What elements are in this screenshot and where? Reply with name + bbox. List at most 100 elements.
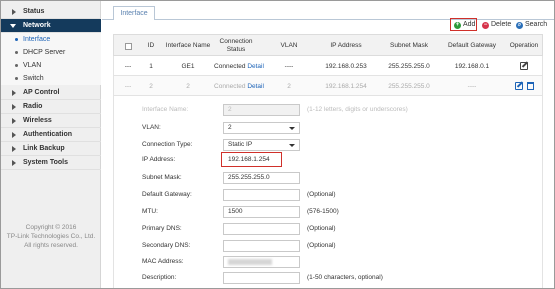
sidebar-item-label: Link Backup (23, 145, 65, 152)
subnet-mask-label: Subnet Mask: (142, 174, 182, 181)
row-vlan: ---- (284, 62, 294, 70)
edit-icon[interactable] (520, 62, 528, 70)
detail-link[interactable]: Detail (247, 63, 264, 70)
secondary-dns-label: Secondary DNS: (142, 242, 191, 249)
main-content: Interface + Add − Delete ⌕ Search ID Int… (102, 1, 554, 288)
delete-button[interactable]: − Delete (481, 19, 511, 31)
primary-dns-label: Primary DNS: (142, 225, 182, 232)
tab-interface[interactable]: Interface (113, 6, 155, 20)
default-gateway-label: Default Gateway: (142, 191, 192, 198)
select-all-cell[interactable] (120, 35, 136, 57)
chevron-right-icon (12, 160, 16, 166)
column-header: Interface Name (165, 42, 211, 49)
delete-icon: − (482, 21, 489, 29)
table-row[interactable]: --- 2 2 Connected Detail 2 192.168.1.254… (113, 76, 543, 96)
sidebar-item-radio[interactable]: Radio (1, 100, 101, 114)
secondary-dns-hint: (Optional) (307, 242, 336, 249)
bullet-icon (15, 38, 18, 41)
sidebar-item-wireless[interactable]: Wireless (1, 114, 101, 128)
row-connection-status: Connected Detail (214, 76, 264, 96)
sidebar-item-label: Wireless (23, 117, 52, 124)
sidebar-item-label: Network (23, 22, 51, 29)
row-id: 2 (149, 82, 153, 90)
sidebar-item-label: Authentication (23, 131, 72, 138)
row-select-cell: --- (124, 82, 132, 90)
add-icon: + (454, 21, 461, 29)
status-text: Connected (214, 62, 246, 70)
row-ip-address: 192.168.0.253 (325, 62, 367, 70)
vlan-select[interactable]: 2 (223, 122, 300, 134)
status-text: Connected (214, 82, 246, 90)
row-subnet-mask: 255.255.255.0 (388, 82, 430, 90)
sidebar-item-status[interactable]: Status (1, 5, 101, 19)
primary-dns-field[interactable] (223, 223, 300, 235)
row-interface-name: GE1 (181, 62, 195, 70)
sidebar-subitem-label: Interface (23, 36, 51, 43)
chevron-right-icon (12, 132, 16, 138)
connection-type-select[interactable]: Static IP (223, 139, 300, 151)
row-select-cell: --- (124, 62, 132, 70)
description-label: Description: (142, 274, 177, 281)
vlan-label: VLAN: (142, 124, 161, 131)
chevron-down-icon (10, 24, 16, 28)
trash-icon[interactable] (526, 82, 534, 90)
table-row[interactable]: --- 1 GE1 Connected Detail ---- 192.168.… (113, 56, 543, 76)
search-icon: ⌕ (516, 21, 523, 29)
description-hint: (1-50 characters, optional) (307, 274, 383, 281)
sidebar-item-authentication[interactable]: Authentication (1, 128, 101, 142)
edit-icon[interactable] (514, 82, 523, 90)
sidebar-item-network[interactable]: Network (1, 19, 101, 33)
bullet-icon (15, 77, 18, 80)
column-header: Operation (509, 42, 539, 49)
sidebar-subitem-interface[interactable]: Interface (1, 33, 101, 46)
row-operation (504, 56, 544, 76)
sidebar-item-label: AP Control (23, 89, 60, 96)
interface-name-label: Interface Name: (142, 106, 189, 113)
subnet-mask-field[interactable]: 255.255.255.0 (223, 172, 300, 184)
mtu-hint: (576-1500) (307, 208, 339, 215)
ip-address-label: IP Address: (142, 156, 176, 163)
sidebar-item-link-backup[interactable]: Link Backup (1, 142, 101, 156)
row-subnet-mask: 255.255.255.0 (388, 62, 430, 70)
chevron-right-icon (12, 9, 16, 15)
ip-address-field[interactable]: 192.168.1.254 (223, 154, 280, 166)
mac-address-field[interactable] (223, 256, 300, 268)
copyright-line: Copyright © 2016 (25, 224, 77, 231)
sidebar-subitem-dhcp-server[interactable]: DHCP Server (1, 46, 101, 59)
interface-name-field: 2 (223, 104, 300, 116)
sidebar-item-label: Radio (23, 103, 43, 110)
column-header: Default Gateway (447, 42, 497, 49)
column-header: Subnet Mask (390, 42, 428, 49)
default-gateway-field[interactable] (223, 189, 300, 201)
chevron-right-icon (12, 104, 16, 110)
bullet-icon (15, 51, 18, 54)
sidebar-subitem-label: VLAN (23, 62, 42, 69)
copyright-line: TP-Link Technologies Co., Ltd. (6, 233, 96, 240)
mtu-label: MTU: (142, 208, 158, 215)
description-field[interactable] (223, 272, 300, 284)
sidebar-subitem-vlan[interactable]: VLAN (1, 59, 101, 72)
row-interface-name: 2 (186, 82, 190, 90)
sidebar-subitem-switch[interactable]: Switch (1, 72, 101, 85)
interface-name-hint: (1-12 letters, digits or underscores) (307, 106, 408, 113)
column-header: ID (147, 42, 155, 49)
mac-address-label: MAC Address: (142, 258, 184, 265)
detail-link[interactable]: Detail (247, 83, 264, 90)
sidebar-subitem-label: Switch (23, 75, 44, 82)
row-default-gateway: ---- (467, 82, 477, 90)
add-button[interactable]: + Add (453, 19, 475, 31)
mtu-field[interactable]: 1500 (223, 206, 300, 218)
select-all-checkbox[interactable] (124, 42, 132, 50)
row-operation (504, 76, 544, 96)
add-button-label: Add (463, 21, 476, 28)
chevron-right-icon (12, 146, 16, 152)
search-button[interactable]: ⌕ Search (515, 19, 547, 31)
secondary-dns-field[interactable] (223, 240, 300, 252)
copyright-text: Copyright © 2016 TP-Link Technologies Co… (1, 223, 101, 250)
sidebar-item-system-tools[interactable]: System Tools (1, 156, 101, 170)
column-header: IP Address (330, 42, 362, 49)
table-header: ID Interface Name Connection Status VLAN… (113, 34, 543, 56)
sidebar-subitem-label: DHCP Server (23, 49, 66, 56)
sidebar-item-ap-control[interactable]: AP Control (1, 86, 101, 100)
default-gateway-hint: (Optional) (307, 191, 336, 198)
